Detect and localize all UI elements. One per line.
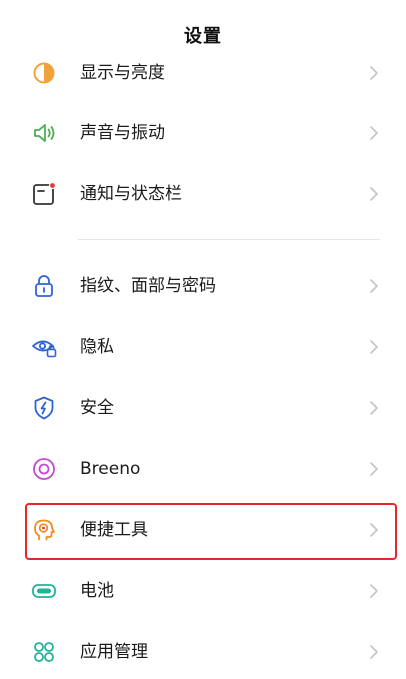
notification-icon — [30, 180, 58, 208]
app-management-icon — [30, 638, 58, 666]
section-divider — [78, 239, 380, 240]
speaker-icon — [30, 119, 58, 147]
page-title: 设置 — [184, 26, 222, 47]
convenience-tools-icon — [30, 516, 58, 544]
settings-item-fingerprint-face-password[interactable]: 指纹、面部与密码 — [0, 261, 406, 311]
settings-item-label: 便捷工具 — [80, 520, 148, 540]
chevron-right-icon — [368, 460, 380, 478]
display-brightness-icon — [30, 59, 58, 87]
chevron-right-icon — [368, 521, 380, 539]
header-bar: 设置 — [0, 0, 406, 58]
settings-item-privacy[interactable]: 隐私 — [0, 322, 406, 372]
chevron-right-icon — [368, 399, 380, 417]
privacy-eye-icon — [30, 333, 58, 361]
settings-item-label: 声音与振动 — [80, 123, 165, 143]
settings-item-security[interactable]: 安全 — [0, 383, 406, 433]
settings-item-app-management[interactable]: 应用管理 — [0, 627, 406, 677]
settings-item-sound-vibration[interactable]: 声音与振动 — [0, 108, 406, 158]
chevron-right-icon — [368, 277, 380, 295]
breeno-icon — [30, 455, 58, 483]
chevron-right-icon — [368, 338, 380, 356]
settings-item-label: 显示与亮度 — [80, 63, 165, 83]
settings-item-notifications-statusbar[interactable]: 通知与状态栏 — [0, 169, 406, 219]
settings-item-convenience-tools[interactable]: 便捷工具 — [0, 505, 406, 555]
settings-item-label: 应用管理 — [80, 642, 148, 662]
settings-item-label: 安全 — [80, 398, 114, 418]
chevron-right-icon — [368, 64, 380, 82]
chevron-right-icon — [368, 124, 380, 142]
settings-item-battery[interactable]: 电池 — [0, 566, 406, 616]
settings-item-label: 隐私 — [80, 337, 114, 357]
settings-item-label: Breeno — [80, 459, 141, 479]
settings-item-label: 通知与状态栏 — [80, 184, 182, 204]
settings-item-label: 电池 — [80, 581, 114, 601]
battery-icon — [30, 577, 58, 605]
security-shield-icon — [30, 394, 58, 422]
chevron-right-icon — [368, 582, 380, 600]
settings-item-breeno[interactable]: Breeno — [0, 444, 406, 494]
chevron-right-icon — [368, 185, 380, 203]
chevron-right-icon — [368, 643, 380, 661]
lock-icon — [30, 272, 58, 300]
settings-item-label: 指纹、面部与密码 — [80, 276, 216, 296]
